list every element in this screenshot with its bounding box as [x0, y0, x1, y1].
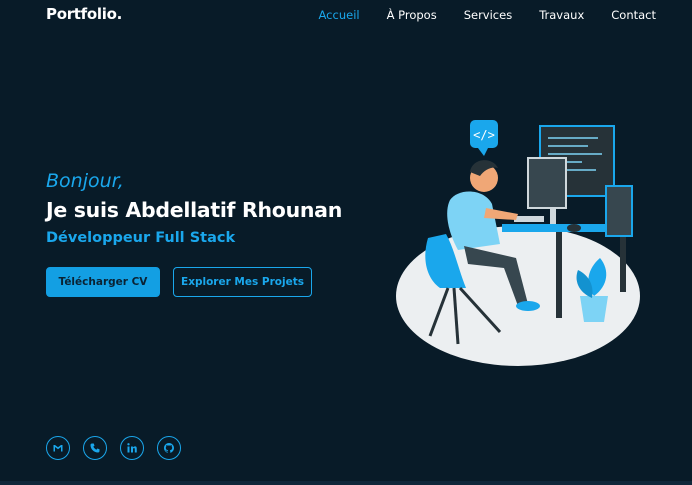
hero-name: Je suis Abdellatif Rhounan [46, 198, 342, 222]
nav-link-accueil[interactable]: Accueil [319, 8, 360, 22]
mouse-icon [567, 224, 581, 232]
hero-section: Bonjour, Je suis Abdellatif Rhounan Déve… [46, 170, 342, 297]
keyboard-icon [514, 216, 544, 222]
nav-link-contact[interactable]: Contact [611, 8, 656, 22]
nav-menu: Accueil À Propos Services Travaux Contac… [319, 8, 656, 22]
download-cv-button[interactable]: Télécharger CV [46, 267, 160, 297]
hero-role: Développeur Full Stack [46, 230, 236, 246]
svg-text:</>: </> [473, 128, 495, 142]
site-logo[interactable]: Portfolio. [46, 5, 122, 23]
hero-greeting: Bonjour, [46, 170, 124, 192]
developer-illustration: </> [396, 120, 640, 366]
nav-link-services[interactable]: Services [464, 8, 513, 22]
chat-bubble-code-icon: </> [470, 120, 498, 156]
linkedin-icon[interactable] [120, 436, 144, 460]
social-links [46, 436, 181, 460]
navbar: Portfolio. Accueil À Propos Services Tra… [0, 0, 692, 30]
explore-projects-button[interactable]: Explorer Mes Projets [173, 267, 312, 297]
nav-link-a-propos[interactable]: À Propos [387, 8, 437, 22]
gmail-icon[interactable] [46, 436, 70, 460]
nav-link-travaux[interactable]: Travaux [539, 8, 584, 22]
footer-divider [0, 481, 692, 485]
github-icon[interactable] [157, 436, 181, 460]
hero-buttons: Télécharger CV Explorer Mes Projets [46, 267, 342, 297]
phone-icon[interactable] [83, 436, 107, 460]
